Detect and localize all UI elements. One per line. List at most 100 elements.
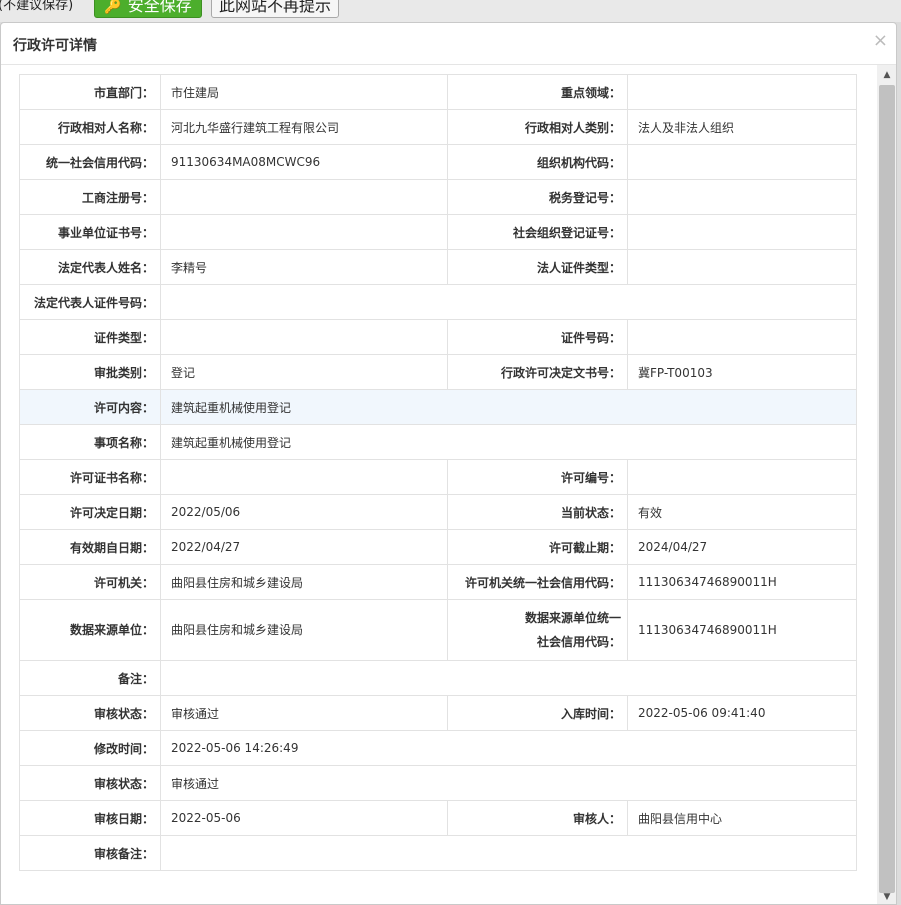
field-label: 重点领域： <box>447 74 628 110</box>
field-value: 11130634746890011H <box>627 599 857 661</box>
field-value: 2024/04/27 <box>627 529 857 565</box>
table-row: 许可机关： 曲阳县住房和城乡建设局 许可机关统一社会信用代码： 11130634… <box>19 564 857 600</box>
field-value: 2022/05/06 <box>160 494 448 530</box>
field-value: 冀FP-T00103 <box>627 354 857 390</box>
field-value: 曲阳县信用中心 <box>627 800 857 836</box>
dialog-title: 行政许可详情 <box>13 38 97 54</box>
field-value <box>627 459 857 495</box>
field-label: 审核备注： <box>19 835 161 871</box>
field-label: 数据来源单位： <box>19 599 161 661</box>
field-value: 曲阳县住房和城乡建设局 <box>160 564 448 600</box>
field-label: 法定代表人证件号码： <box>19 284 161 320</box>
field-value: 审核通过 <box>160 695 448 731</box>
table-row: 许可决定日期： 2022/05/06 当前状态： 有效 <box>19 494 857 530</box>
prompt-note: (不建议保存) <box>0 0 74 13</box>
field-label: 当前状态： <box>447 494 628 530</box>
table-row: 市直部门： 市住建局 重点领域： <box>19 74 857 110</box>
field-label: 行政相对人名称： <box>19 109 161 145</box>
table-row: 修改时间： 2022-05-06 14:26:49 <box>19 730 857 766</box>
field-value: 建筑起重机械使用登记 <box>160 424 857 460</box>
field-label: 审核人： <box>447 800 628 836</box>
table-row: 审核备注： <box>19 835 857 871</box>
field-value <box>627 179 857 215</box>
scrollbar-thumb[interactable] <box>879 85 895 893</box>
field-value: 2022-05-06 <box>160 800 448 836</box>
field-value: 市住建局 <box>160 74 448 110</box>
field-label: 备注： <box>19 660 161 696</box>
table-row: 审核状态： 审核通过 入库时间： 2022-05-06 09:41:40 <box>19 695 857 731</box>
field-label: 证件号码： <box>447 319 628 355</box>
table-row: 许可内容： 建筑起重机械使用登记 <box>19 389 857 425</box>
table-row: 审核日期： 2022-05-06 审核人： 曲阳县信用中心 <box>19 800 857 836</box>
table-row: 统一社会信用代码： 91130634MA08MCWC96 组织机构代码： <box>19 144 857 180</box>
field-label: 审核状态： <box>19 695 161 731</box>
field-value: 2022-05-06 09:41:40 <box>627 695 857 731</box>
dismiss-prompt-button[interactable]: 此网站不再提示 <box>211 0 339 18</box>
field-label: 事项名称： <box>19 424 161 460</box>
field-label: 许可截止期： <box>447 529 628 565</box>
table-row: 证件类型： 证件号码： <box>19 319 857 355</box>
field-label: 审核状态： <box>19 765 161 801</box>
field-value <box>160 835 857 871</box>
field-label: 行政许可决定文书号： <box>447 354 628 390</box>
field-value: 建筑起重机械使用登记 <box>160 389 857 425</box>
field-label: 有效期自日期： <box>19 529 161 565</box>
field-value: 91130634MA08MCWC96 <box>160 144 448 180</box>
field-value: 11130634746890011H <box>627 564 857 600</box>
table-row: 事项名称： 建筑起重机械使用登记 <box>19 424 857 460</box>
field-value <box>627 319 857 355</box>
field-label-line1: 数据来源单位统一 <box>524 611 621 625</box>
field-label: 工商注册号： <box>19 179 161 215</box>
field-value: 2022-05-06 14:26:49 <box>160 730 857 766</box>
field-value <box>627 214 857 250</box>
close-icon[interactable]: × <box>873 30 888 51</box>
field-label: 法定代表人姓名： <box>19 249 161 285</box>
field-label: 审核日期： <box>19 800 161 836</box>
field-label: 许可编号： <box>447 459 628 495</box>
field-label-line2: 社会信用代码： <box>536 635 621 649</box>
field-value <box>160 459 448 495</box>
scroll-up-arrow-icon[interactable]: ▲ <box>877 67 896 83</box>
field-value: 李精号 <box>160 249 448 285</box>
field-label: 审批类别： <box>19 354 161 390</box>
table-row: 有效期自日期： 2022/04/27 许可截止期： 2024/04/27 <box>19 529 857 565</box>
field-label: 入库时间： <box>447 695 628 731</box>
field-value <box>160 284 857 320</box>
table-row: 审核状态： 审核通过 <box>19 765 857 801</box>
field-value <box>160 319 448 355</box>
field-value <box>627 249 857 285</box>
field-value: 河北九华盛行建筑工程有限公司 <box>160 109 448 145</box>
field-label: 许可决定日期： <box>19 494 161 530</box>
field-value: 审核通过 <box>160 765 857 801</box>
field-label: 市直部门： <box>19 74 161 110</box>
key-icon: 🔑 <box>104 0 122 15</box>
table-row: 备注： <box>19 660 857 696</box>
field-label: 许可内容： <box>19 389 161 425</box>
field-value: 2022/04/27 <box>160 529 448 565</box>
field-label: 数据来源单位统一社会信用代码： <box>447 599 628 661</box>
table-row: 许可证书名称： 许可编号： <box>19 459 857 495</box>
table-row: 法定代表人姓名： 李精号 法人证件类型： <box>19 249 857 285</box>
field-label: 行政相对人类别： <box>447 109 628 145</box>
table-row: 行政相对人名称： 河北九华盛行建筑工程有限公司 行政相对人类别： 法人及非法人组… <box>19 109 857 145</box>
table-row: 法定代表人证件号码： <box>19 284 857 320</box>
field-value <box>160 660 857 696</box>
field-value: 法人及非法人组织 <box>627 109 857 145</box>
field-label: 法人证件类型： <box>447 249 628 285</box>
scroll-down-arrow-icon[interactable]: ▼ <box>877 889 896 904</box>
safe-save-button[interactable]: 🔑 安全保存 <box>94 0 202 18</box>
field-label: 社会组织登记证号： <box>447 214 628 250</box>
field-value <box>160 214 448 250</box>
field-value <box>627 144 857 180</box>
vertical-scrollbar[interactable]: ▲ ▼ <box>877 65 896 904</box>
field-label: 许可证书名称： <box>19 459 161 495</box>
table-row: 审批类别： 登记 行政许可决定文书号： 冀FP-T00103 <box>19 354 857 390</box>
dialog-content: 市直部门： 市住建局 重点领域： 行政相对人名称： 河北九华盛行建筑工程有限公司… <box>1 65 896 904</box>
field-value: 有效 <box>627 494 857 530</box>
field-label: 许可机关统一社会信用代码： <box>447 564 628 600</box>
field-label: 事业单位证书号： <box>19 214 161 250</box>
table-row: 数据来源单位： 曲阳县住房和城乡建设局 数据来源单位统一 社会信用代码： 1113… <box>19 599 857 661</box>
field-value <box>627 74 857 110</box>
field-label: 统一社会信用代码： <box>19 144 161 180</box>
field-label: 组织机构代码： <box>447 144 628 180</box>
